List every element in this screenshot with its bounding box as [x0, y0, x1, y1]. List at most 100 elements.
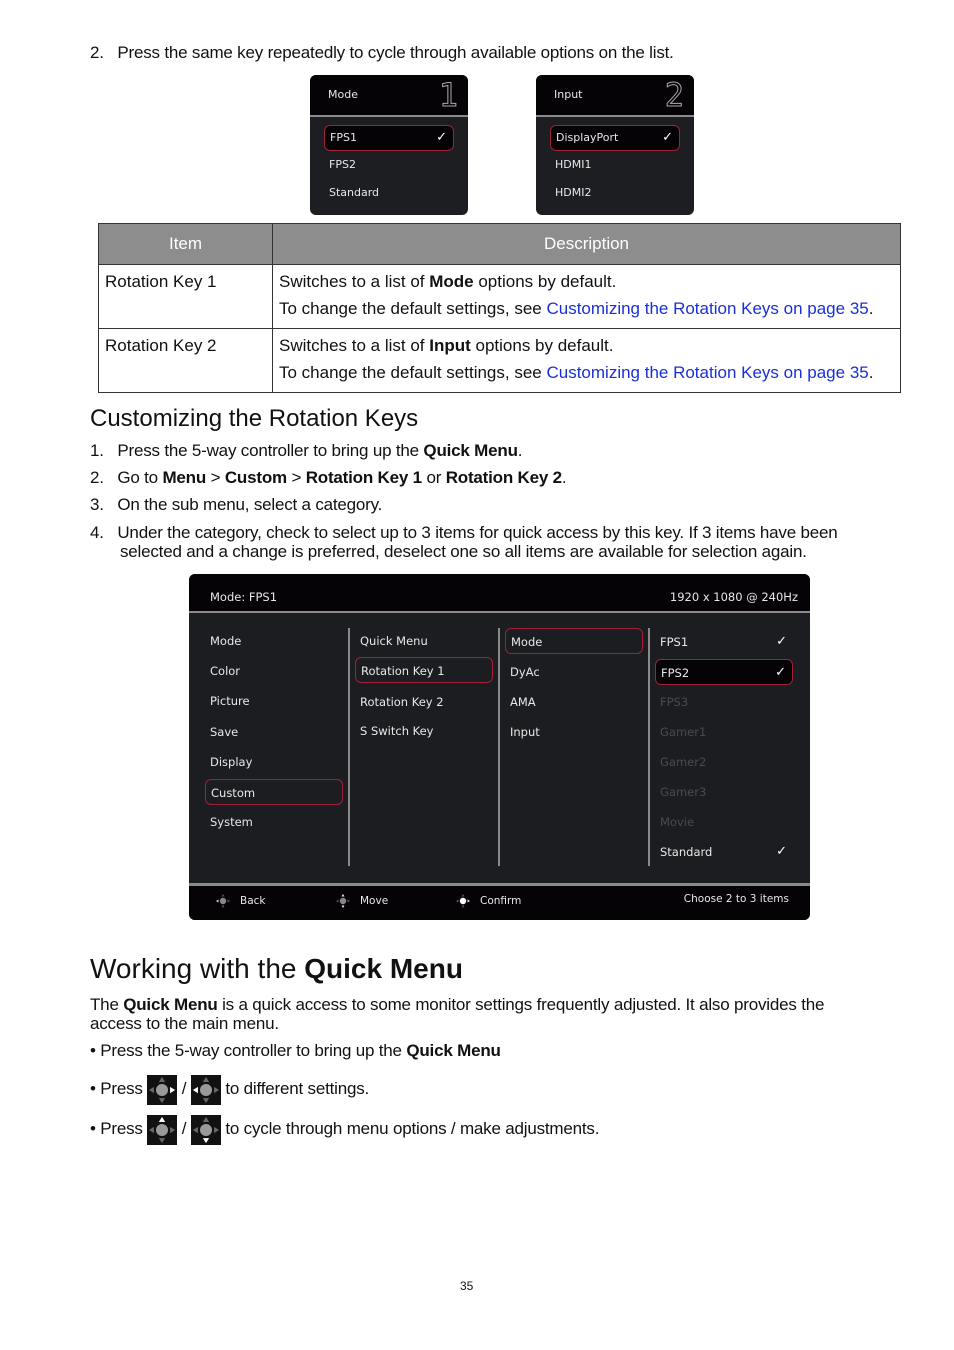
menu-item-display[interactable]: Display — [205, 749, 343, 775]
desc-text: To change the default settings, see — [279, 299, 547, 318]
option-item-fps2[interactable]: FPS2 ✓ — [655, 659, 793, 685]
heading-text: Working with the — [90, 953, 305, 984]
menu-label: AMA — [510, 695, 536, 709]
controller-up-down-icon — [336, 894, 350, 908]
menu-item-custom[interactable]: Custom — [205, 779, 343, 805]
menu-item-save[interactable]: Save — [205, 719, 343, 745]
option-item-gamer1: Gamer1 — [655, 719, 793, 745]
bullet-separator: / — [181, 1079, 191, 1098]
rotation-key-1-popup: Mode 1 FPS1 ✓ FPS2 Standard — [310, 75, 468, 215]
desc-bold: Input — [429, 336, 471, 355]
menu-label: Mode — [210, 634, 242, 648]
submenu-item-quick-menu[interactable]: Quick Menu — [355, 628, 493, 654]
step-number: 2. — [90, 468, 104, 487]
menu-label: Color — [210, 664, 241, 678]
menu-label: Custom — [211, 786, 256, 800]
column-divider — [648, 628, 650, 866]
step-number: 3. — [90, 495, 104, 514]
menu-label: Mode — [511, 635, 543, 649]
menu-label: FPS2 — [661, 666, 690, 680]
category-item-ama[interactable]: AMA — [505, 689, 643, 715]
option-label: HDMI1 — [555, 158, 592, 171]
menu-label: Standard — [660, 845, 713, 859]
step-bold: Quick Menu — [423, 441, 518, 460]
menu-label: Save — [210, 725, 239, 739]
step-text: > — [206, 468, 225, 487]
key-number-badge: 2 — [664, 76, 684, 114]
bullet-text: • Press the 5-way controller to bring up… — [90, 1041, 407, 1060]
osd-status-bar: Mode: FPS1 1920 x 1080 @ 240Hz — [189, 574, 810, 613]
footer-confirm-label: Confirm — [480, 895, 522, 907]
item-cell: Rotation Key 1 — [98, 264, 273, 329]
menu-label: Rotation Key 2 — [360, 695, 444, 709]
quick-menu-bullet-3: • Press / to cycle through menu options … — [90, 1114, 599, 1145]
table-row: Rotation Key 1 Switches to a list of Mod… — [98, 264, 901, 329]
option-item-standard[interactable]: Standard ✓ — [655, 839, 793, 865]
category-item-dyac[interactable]: DyAc — [505, 659, 643, 685]
popup-option[interactable]: FPS2 — [324, 153, 454, 179]
bullet-text: • Press — [90, 1119, 148, 1138]
para-bold: Quick Menu — [123, 995, 218, 1014]
footer-hint-label: Choose 2 to 3 items — [683, 893, 789, 905]
check-icon: ✓ — [776, 844, 787, 859]
section-heading-customizing: Customizing the Rotation Keys — [90, 405, 419, 432]
check-icon: ✓ — [662, 130, 673, 145]
step-bold: Menu — [162, 468, 207, 487]
menu-item-mode[interactable]: Mode — [205, 628, 343, 654]
cross-reference-link[interactable]: Customizing the Rotation Keys on page 35 — [546, 299, 868, 318]
bullet-separator: / — [181, 1119, 191, 1138]
column-header-item: Item — [98, 223, 273, 265]
submenu-item-s-switch-key[interactable]: S Switch Key — [355, 718, 493, 744]
category-item-input[interactable]: Input — [505, 719, 643, 745]
option-label: Standard — [329, 186, 380, 199]
menu-item-color[interactable]: Color — [205, 658, 343, 684]
para-text: The — [90, 995, 124, 1014]
menu-label: FPS3 — [660, 695, 689, 709]
popup-option[interactable]: HDMI2 — [550, 181, 680, 207]
column-divider — [348, 628, 350, 866]
popup-option-selected[interactable]: FPS1 ✓ — [324, 125, 454, 151]
desc-text: options by default. — [470, 336, 614, 355]
popup-option[interactable]: Standard — [324, 181, 454, 207]
option-item-fps3: FPS3 — [655, 689, 793, 715]
step-text: Press the 5-way controller to bring up t… — [117, 441, 424, 460]
controller-up-icon — [147, 1114, 178, 1145]
rotation-key-2-popup: Input 2 DisplayPort ✓ HDMI1 HDMI2 — [536, 75, 694, 215]
option-item-fps1[interactable]: FPS1 ✓ — [655, 629, 793, 655]
step-bold: Rotation Key 1 — [305, 468, 422, 487]
menu-label: Input — [510, 725, 540, 739]
desc-text: . — [868, 299, 874, 318]
item-cell: Rotation Key 2 — [98, 328, 273, 393]
menu-label: Gamer1 — [660, 725, 707, 739]
submenu-item-rotation-key-2[interactable]: Rotation Key 2 — [355, 689, 493, 715]
menu-item-system[interactable]: System — [205, 809, 343, 835]
menu-label: Picture — [210, 694, 250, 708]
step-2-intro: 2. Press the same key repeatedly to cycl… — [90, 43, 674, 63]
menu-label: Gamer2 — [660, 755, 707, 769]
column-divider — [498, 628, 500, 866]
popup-option-selected[interactable]: DisplayPort ✓ — [550, 125, 680, 151]
description-cell: Switches to a list of Mode options by de… — [272, 264, 901, 329]
menu-label: FPS1 — [660, 635, 689, 649]
page-number: 35 — [460, 1279, 474, 1293]
rotation-keys-table: Item Description Rotation Key 1 Switches… — [98, 223, 901, 393]
customizing-step-2: 2. Go to Menu > Custom > Rotation Key 1 … — [90, 468, 567, 488]
step-number: 1. — [90, 441, 104, 460]
category-item-mode[interactable]: Mode — [505, 628, 643, 654]
menu-item-picture[interactable]: Picture — [205, 688, 343, 714]
option-item-gamer2: Gamer2 — [655, 749, 793, 775]
option-item-gamer3: Gamer3 — [655, 779, 793, 805]
bullet-text: to different settings. — [225, 1079, 370, 1098]
submenu-item-rotation-key-1[interactable]: Rotation Key 1 — [355, 657, 493, 683]
osd-main-menu: Mode: FPS1 1920 x 1080 @ 240Hz Mode Colo… — [189, 574, 810, 920]
column-header-description: Description — [272, 223, 901, 265]
popup-option[interactable]: HDMI1 — [550, 153, 680, 179]
check-icon: ✓ — [775, 665, 786, 680]
footer-back-label: Back — [240, 895, 266, 907]
step-number: 4. — [90, 523, 104, 542]
step-text: Press the same key repeatedly to cycle t… — [117, 43, 674, 62]
menu-label: Rotation Key 1 — [361, 664, 445, 678]
controller-left-icon — [216, 894, 230, 908]
popup-header: Mode 1 — [310, 75, 468, 117]
cross-reference-link[interactable]: Customizing the Rotation Keys on page 35 — [546, 363, 868, 382]
